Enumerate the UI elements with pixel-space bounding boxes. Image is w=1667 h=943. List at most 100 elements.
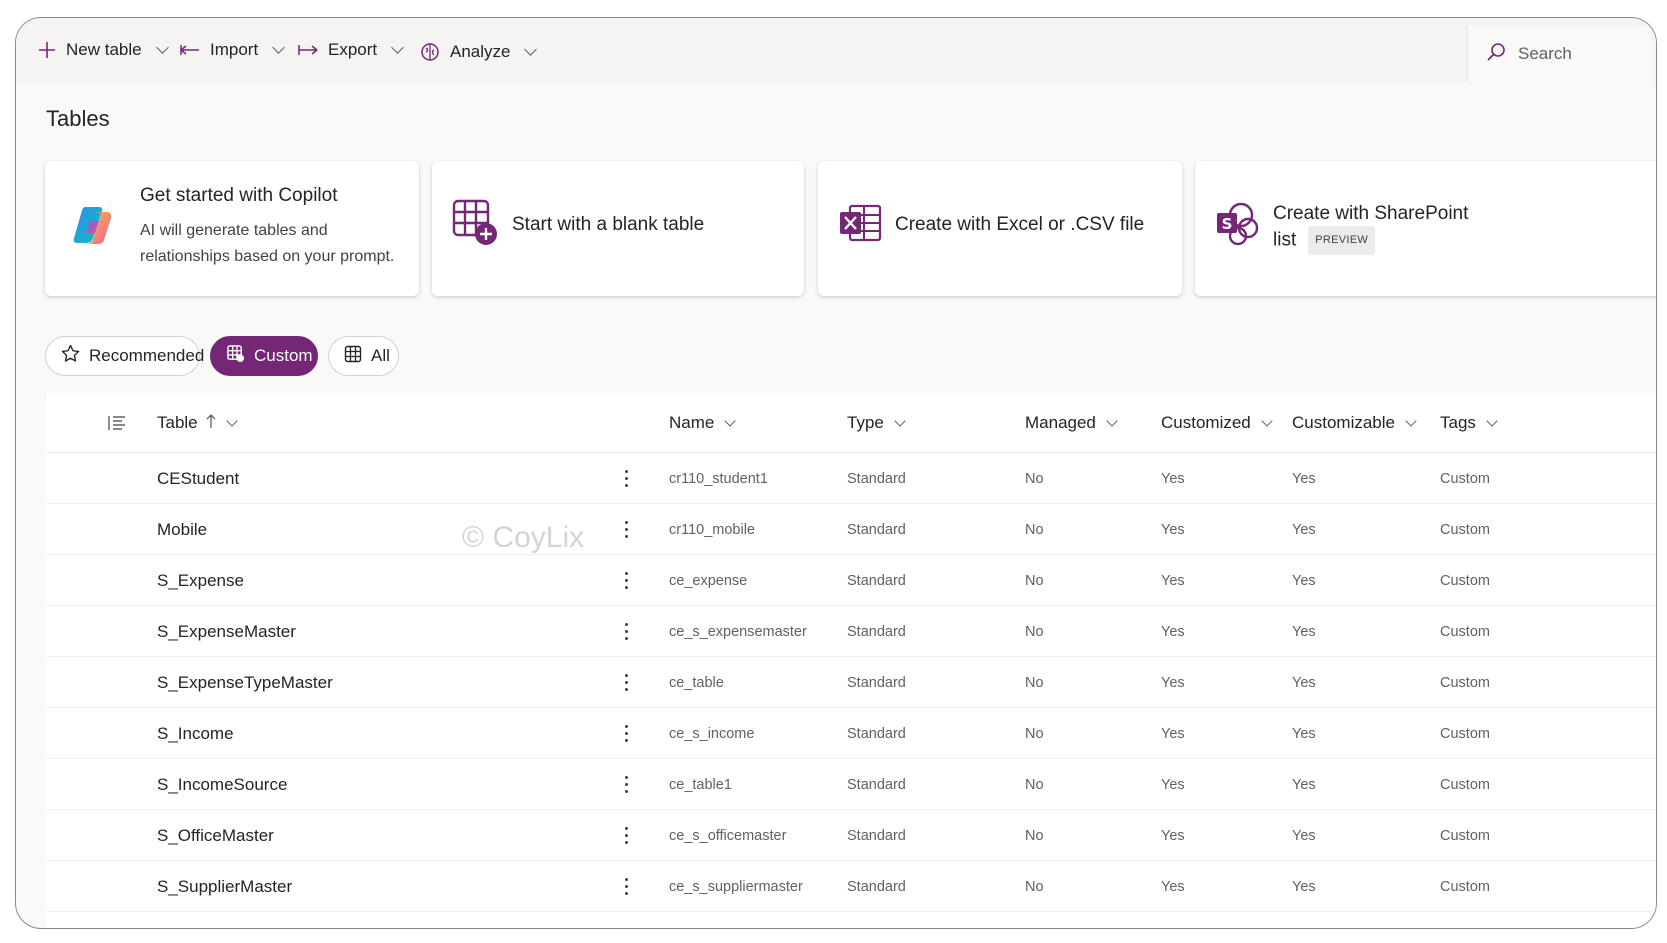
cell-table[interactable]: S_OfficeMaster xyxy=(157,810,274,861)
blank-table-card[interactable]: Start with a blank table xyxy=(432,161,804,296)
table-row[interactable]: S_Income ce_s_income Standard No Yes Yes… xyxy=(46,708,1656,759)
page-title: Tables xyxy=(46,106,110,131)
table-row[interactable]: S_SupplierMaster ce_s_suppliermaster Sta… xyxy=(46,861,1656,912)
copilot-card-description: AI will generate tables and relationship… xyxy=(140,218,394,270)
cell-customized: Yes xyxy=(1161,674,1185,691)
export-label: Export xyxy=(328,40,378,59)
table-row[interactable]: S_Expense ce_expense Standard No Yes Yes… xyxy=(46,555,1656,606)
more-options-icon[interactable] xyxy=(616,861,636,912)
more-options-icon[interactable] xyxy=(616,504,636,555)
analyze-brain-icon xyxy=(420,42,440,62)
cell-customizable: Yes xyxy=(1292,572,1316,589)
chevron-down-icon xyxy=(1261,414,1273,427)
excel-card[interactable]: Create with Excel or .CSV file xyxy=(818,161,1182,296)
cell-name: cr110_mobile xyxy=(669,521,755,538)
more-options-icon[interactable] xyxy=(616,759,636,810)
cell-table[interactable]: CEStudent xyxy=(157,453,239,504)
plus-icon xyxy=(38,41,56,59)
cell-type: Standard xyxy=(847,776,906,793)
column-header-table[interactable]: Table xyxy=(157,393,238,453)
table-row[interactable]: CEStudent cr110_student1 Standard No Yes… xyxy=(46,453,1656,504)
filter-recommended[interactable]: Recommended xyxy=(45,336,204,376)
column-header-type-label: Type xyxy=(847,413,884,432)
column-header-customized[interactable]: Customized xyxy=(1161,393,1273,453)
more-options-icon[interactable] xyxy=(616,708,636,759)
cell-table[interactable]: S_Income xyxy=(157,708,234,759)
cell-managed: No xyxy=(1025,470,1044,487)
copilot-icon xyxy=(71,203,115,252)
column-header-tags[interactable]: Tags xyxy=(1440,393,1498,453)
excel-card-title: Create with Excel or .CSV file xyxy=(895,214,1145,235)
chevron-down-icon xyxy=(391,41,405,54)
cell-tags: Custom xyxy=(1440,623,1490,640)
cell-customizable: Yes xyxy=(1292,470,1316,487)
cell-type: Standard xyxy=(847,725,906,742)
column-options-icon[interactable] xyxy=(108,393,126,453)
sharepoint-card-title: Create with SharePoint list PREVIEW xyxy=(1273,201,1468,255)
cell-customizable: Yes xyxy=(1292,827,1316,844)
more-options-icon[interactable] xyxy=(616,606,636,657)
sort-ascending-icon xyxy=(206,413,216,433)
search-box[interactable]: Search xyxy=(1467,26,1651,82)
chevron-down-icon xyxy=(1486,414,1498,427)
cell-type: Standard xyxy=(847,827,906,844)
table-row[interactable]: S_OfficeMaster ce_s_officemaster Standar… xyxy=(46,810,1656,861)
cell-name: ce_s_income xyxy=(669,725,755,742)
cell-tags: Custom xyxy=(1440,572,1490,589)
chevron-down-icon xyxy=(155,41,169,54)
new-table-button[interactable]: New table xyxy=(38,18,169,82)
cell-table[interactable]: S_Expense xyxy=(157,555,244,606)
column-header-customizable-label: Customizable xyxy=(1292,413,1395,432)
cell-managed: No xyxy=(1025,776,1044,793)
export-button[interactable]: Export xyxy=(298,18,405,82)
cell-table[interactable]: S_ExpenseTypeMaster xyxy=(157,657,333,708)
cell-tags: Custom xyxy=(1440,521,1490,538)
chevron-down-icon xyxy=(1106,414,1118,427)
column-header-customizable[interactable]: Customizable xyxy=(1292,393,1417,453)
table-add-icon xyxy=(452,199,500,252)
chevron-down-icon xyxy=(894,414,906,427)
sharepoint-card[interactable]: S Create with SharePoint list PREVIEW xyxy=(1195,161,1656,296)
cell-table[interactable]: S_ExpenseMaster xyxy=(157,606,296,657)
new-table-label: New table xyxy=(66,40,142,59)
column-header-tags-label: Tags xyxy=(1440,413,1476,432)
cell-customizable: Yes xyxy=(1292,674,1316,691)
table-row[interactable]: S_ExpenseTypeMaster ce_table Standard No… xyxy=(46,657,1656,708)
cell-tags: Custom xyxy=(1440,725,1490,742)
column-header-managed[interactable]: Managed xyxy=(1025,393,1118,453)
more-options-icon[interactable] xyxy=(616,453,636,504)
column-header-name-label: Name xyxy=(669,413,715,432)
blank-table-card-title: Start with a blank table xyxy=(512,214,705,235)
more-options-icon[interactable] xyxy=(616,657,636,708)
column-header-managed-label: Managed xyxy=(1025,413,1096,432)
chevron-down-icon xyxy=(272,41,286,54)
more-options-icon[interactable] xyxy=(616,810,636,861)
table-row[interactable]: S_IncomeSource ce_table1 Standard No Yes… xyxy=(46,759,1656,810)
table-row[interactable]: Mobile cr110_mobile Standard No Yes Yes … xyxy=(46,504,1656,555)
cell-customizable: Yes xyxy=(1292,521,1316,538)
filter-recommended-label: Recommended xyxy=(89,346,205,365)
sharepoint-title-line2: list xyxy=(1273,229,1297,251)
cell-managed: No xyxy=(1025,674,1044,691)
copilot-card-title: Get started with Copilot xyxy=(140,185,338,206)
cell-table[interactable]: Mobile xyxy=(157,504,207,555)
analyze-button[interactable]: Analyze xyxy=(420,20,538,84)
filter-custom[interactable]: Custom xyxy=(210,336,318,376)
cell-customizable: Yes xyxy=(1292,776,1316,793)
sharepoint-title-line1: Create with SharePoint xyxy=(1273,203,1469,224)
filter-all[interactable]: All xyxy=(328,336,399,376)
cell-table[interactable]: S_SupplierMaster xyxy=(157,861,292,912)
more-options-icon[interactable] xyxy=(616,555,636,606)
cell-customizable: Yes xyxy=(1292,725,1316,742)
cell-name: ce_expense xyxy=(669,572,748,589)
copilot-card[interactable]: Get started with Copilot AI will generat… xyxy=(45,161,419,296)
cell-tags: Custom xyxy=(1440,878,1490,895)
import-button[interactable]: Import xyxy=(180,18,286,82)
cell-tags: Custom xyxy=(1440,470,1490,487)
cell-tags: Custom xyxy=(1440,827,1490,844)
column-header-type[interactable]: Type xyxy=(847,393,906,453)
column-header-name[interactable]: Name xyxy=(669,393,737,453)
table-row[interactable]: S_ExpenseMaster ce_s_expensemaster Stand… xyxy=(46,606,1656,657)
cell-table[interactable]: S_IncomeSource xyxy=(157,759,287,810)
cell-managed: No xyxy=(1025,725,1044,742)
